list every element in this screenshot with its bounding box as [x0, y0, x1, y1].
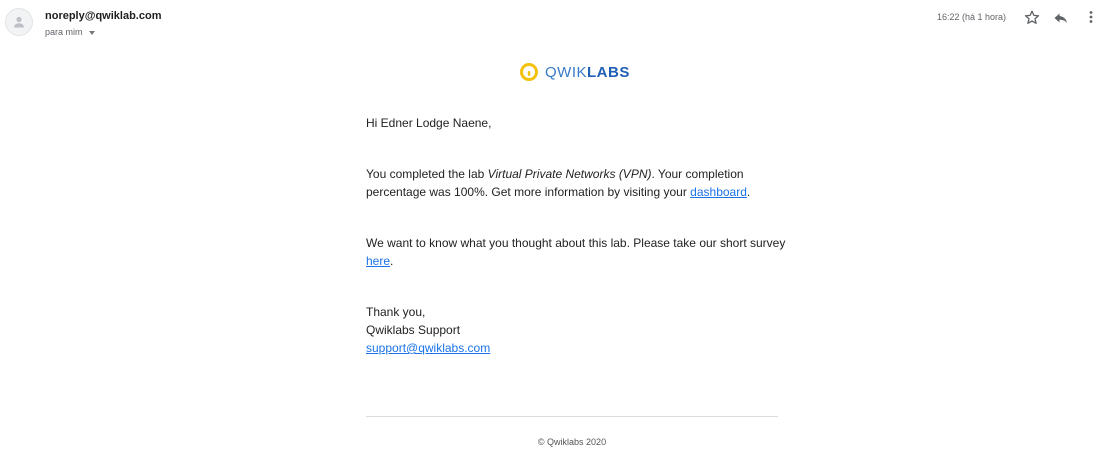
reply-button[interactable]	[1051, 8, 1071, 28]
survey-paragraph: We want to know what you thought about t…	[366, 234, 786, 270]
star-button[interactable]	[1022, 8, 1042, 28]
footer-divider	[366, 416, 778, 417]
person-icon	[14, 16, 24, 28]
star-icon	[1024, 10, 1040, 24]
logo-suffix: LABS	[587, 63, 630, 81]
logo-wordmark: QWIKLABS	[545, 64, 630, 81]
logo-prefix: QWIK	[545, 63, 587, 81]
copyright-footer: © Qwiklabs 2020	[537, 437, 607, 447]
p1-end: .	[746, 185, 751, 199]
support-email-link[interactable]: support@qwiklabs.com	[366, 341, 490, 355]
support-email-container: support@qwiklabs.com	[366, 339, 786, 357]
completion-paragraph: You completed the lab Virtual Private Ne…	[366, 165, 786, 201]
signature: Qwiklabs Support	[366, 323, 461, 337]
p1-start: You completed the lab	[366, 167, 488, 181]
p2-end: .	[390, 254, 394, 268]
sender-address[interactable]: noreply@qwiklab.com	[45, 10, 161, 22]
lab-name: Virtual Private Networks (VPN)	[487, 167, 652, 181]
qwiklabs-logo: QWIKLABS	[519, 62, 630, 82]
sender-avatar[interactable]	[5, 8, 33, 36]
qwiklabs-logo-icon	[520, 63, 538, 81]
dashboard-link[interactable]: dashboard	[690, 185, 747, 199]
email-timestamp: 16:22 (há 1 hora)	[937, 12, 1007, 22]
p2-start: We want to know what you thought about t…	[366, 236, 786, 250]
recipient-label: para mim	[45, 27, 83, 37]
more-options-button[interactable]	[1081, 8, 1101, 28]
chevron-down-icon[interactable]	[88, 30, 95, 35]
greeting: Hi Edner Lodge Naene,	[366, 116, 492, 130]
more-vert-icon	[1089, 11, 1093, 23]
email-header: noreply@qwiklab.com para mim 16:22 (há 1…	[0, 0, 1102, 46]
reply-icon	[1054, 13, 1068, 24]
recipient-line[interactable]: para mim	[45, 27, 95, 37]
survey-link[interactable]: here	[366, 254, 390, 268]
signoff: Thank you,	[366, 305, 426, 319]
